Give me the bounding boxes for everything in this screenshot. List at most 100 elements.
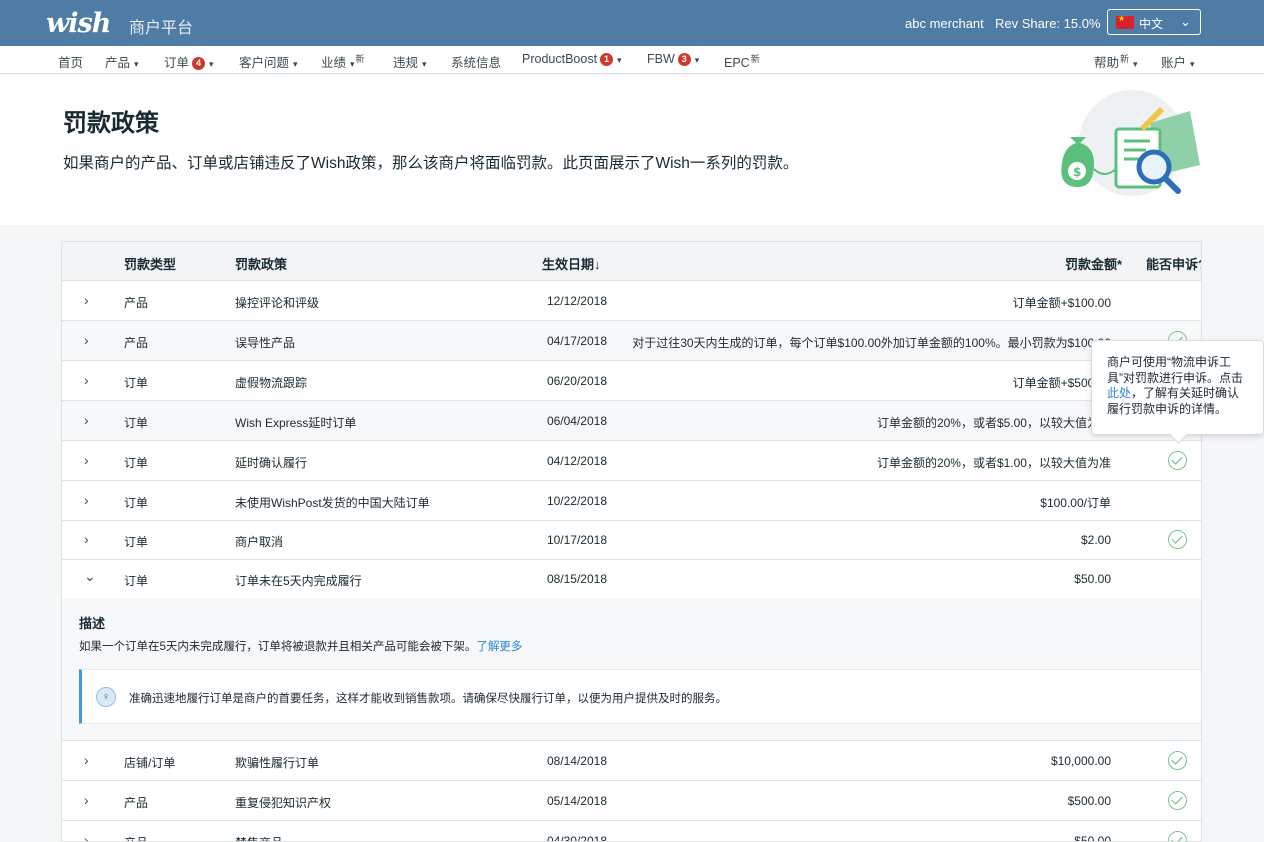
effective-date: 04/12/2018 bbox=[546, 454, 607, 468]
chevron-right-icon[interactable]: › bbox=[84, 292, 89, 308]
table-row[interactable]: › 订单 Wish Express延时订单 06/04/2018 订单金额的20… bbox=[62, 401, 1201, 441]
fine-amount: $500.00 bbox=[1067, 794, 1111, 808]
effective-date: 12/12/2018 bbox=[546, 294, 607, 308]
table-row[interactable]: › 产品 操控评论和评级 12/12/2018 订单金额+$100.00 bbox=[62, 281, 1201, 321]
fine-amount: $100.00/订单 bbox=[1040, 496, 1111, 510]
appeal-details-link[interactable]: 此处 bbox=[1107, 386, 1131, 400]
fine-amount: 订单金额的20%，或者$1.00，以较大值为准 bbox=[876, 456, 1111, 470]
wish-logo[interactable]: wish bbox=[46, 8, 111, 39]
description-heading: 描述 bbox=[79, 616, 106, 631]
effective-date: 04/30/2018 bbox=[546, 834, 607, 842]
new-tag: 新 bbox=[1120, 54, 1130, 64]
chevron-right-icon[interactable]: › bbox=[84, 492, 89, 508]
nav-products[interactable]: 产品 ▾ bbox=[105, 52, 139, 71]
fine-type: 店铺/订单 bbox=[124, 756, 176, 770]
page-title: 罚款政策 bbox=[63, 110, 159, 137]
page-subtitle: 如果商户的产品、订单或店铺违反了Wish政策，那么该商户将面临罚款。此页面展示了… bbox=[63, 155, 799, 172]
check-circle-icon[interactable] bbox=[1168, 751, 1187, 770]
table-header: 罚款类型 罚款政策 生效日期↓ 罚款金额* 能否申诉? bbox=[62, 242, 1202, 281]
nav-fbw[interactable]: FBW 3 ▾ bbox=[647, 52, 699, 66]
language-select[interactable]: 中文 ⌄ bbox=[1107, 9, 1201, 35]
chevron-right-icon[interactable]: › bbox=[84, 792, 89, 808]
merchant-name[interactable]: abc merchant bbox=[905, 16, 984, 31]
table-row[interactable]: › 产品 禁售商品 04/30/2018 $50.00 bbox=[62, 821, 1201, 842]
fines-illustration-icon: $ bbox=[1061, 90, 1200, 196]
fine-amount: $50.00 bbox=[1074, 572, 1111, 586]
table-row[interactable]: › 产品 误导性产品 04/17/2018 对于过往30天内生成的订单，每个订单… bbox=[62, 321, 1201, 361]
fine-amount: 订单金额的20%，或者$5.00，以较大值为准 bbox=[876, 416, 1111, 430]
chevron-right-icon[interactable]: › bbox=[84, 752, 89, 768]
fbw-count-badge: 3 bbox=[677, 53, 691, 66]
nav-epc[interactable]: EPC新 bbox=[724, 52, 760, 70]
nav-orders[interactable]: 订单 4 ▾ bbox=[164, 52, 214, 71]
caret-down-icon: ▾ bbox=[350, 59, 355, 70]
fine-amount: 订单金额+$100.00 bbox=[1012, 296, 1111, 310]
productboost-count-badge: 1 bbox=[600, 53, 614, 66]
nav-account[interactable]: 账户 ▾ bbox=[1161, 52, 1195, 71]
table-row[interactable]: › 订单 商户取消 10/17/2018 $2.00 bbox=[62, 520, 1201, 560]
tip-box: ♀ 准确迅速地履行订单是商户的首要任务，这样才能收到销售款项。请确保尽快履行订单… bbox=[79, 669, 1201, 724]
column-appeal: 能否申诉? bbox=[1146, 257, 1202, 272]
caret-down-icon: ▾ bbox=[134, 59, 139, 69]
svg-text:$: $ bbox=[1073, 165, 1081, 179]
fine-type: 订单 bbox=[124, 376, 149, 390]
sort-arrow-icon: ↓ bbox=[594, 257, 601, 272]
table-row[interactable]: › 订单 虚假物流跟踪 06/20/2018 订单金额+$500.00 bbox=[62, 361, 1201, 401]
effective-date: 10/22/2018 bbox=[546, 494, 607, 508]
table-row[interactable]: › 订单 未使用WishPost发货的中国大陆订单 10/22/2018 $10… bbox=[62, 481, 1201, 521]
fine-amount: $2.00 bbox=[1080, 533, 1111, 547]
column-policy: 罚款政策 bbox=[235, 257, 288, 272]
fine-policy: 欺骗性履行订单 bbox=[235, 756, 320, 770]
nav-productboost[interactable]: ProductBoost 1 ▾ bbox=[522, 52, 622, 66]
nav-infractions[interactable]: 违规 ▾ bbox=[393, 52, 427, 71]
chevron-right-icon[interactable]: › bbox=[84, 412, 89, 428]
fine-type: 订单 bbox=[124, 535, 149, 549]
orders-count-badge: 4 bbox=[192, 57, 206, 70]
caret-down-icon: ▾ bbox=[209, 59, 214, 69]
fine-policy: 操控评论和评级 bbox=[235, 296, 320, 310]
nav-home[interactable]: 首页 bbox=[58, 52, 83, 71]
top-bar: wish 商户平台 abc merchant Rev Share: 15.0% … bbox=[0, 0, 1264, 46]
chevron-down-icon[interactable]: ⌄ bbox=[84, 568, 96, 585]
main-nav: 首页 产品 ▾ 订单 4 ▾ 客户问题 ▾ 业绩 ▾新 违规 ▾ 系统信息 ProductB… bbox=[0, 46, 1264, 74]
new-tag: 新 bbox=[750, 54, 760, 64]
check-circle-icon[interactable] bbox=[1168, 791, 1187, 810]
china-flag-icon bbox=[1116, 14, 1134, 29]
nav-performance[interactable]: 业绩 ▾新 bbox=[321, 52, 365, 71]
caret-down-icon: ▾ bbox=[694, 55, 700, 65]
nav-help[interactable]: 帮助新▾ bbox=[1094, 52, 1138, 71]
chevron-right-icon[interactable]: › bbox=[84, 372, 89, 388]
caret-down-icon: ▾ bbox=[1133, 59, 1138, 70]
table-row[interactable]: › 订单 延时确认履行 04/12/2018 订单金额的20%，或者$1.00，… bbox=[62, 441, 1201, 481]
effective-date: 08/14/2018 bbox=[546, 754, 607, 768]
table-row[interactable]: › 产品 重复侵犯知识产权 05/14/2018 $500.00 bbox=[62, 781, 1201, 821]
caret-down-icon: ▾ bbox=[1190, 59, 1195, 69]
chevron-right-icon[interactable]: › bbox=[84, 832, 89, 841]
nav-system-info[interactable]: 系统信息 bbox=[451, 52, 501, 71]
fine-amount: 对于过往30天内生成的订单，每个订单$100.00外加订单金额的100%。最小罚… bbox=[632, 336, 1111, 350]
table-row-expanded[interactable]: ⌄ 订单 订单未在5天内完成履行 08/15/2018 $50.00 bbox=[62, 559, 1201, 599]
rev-share: Rev Share: 15.0% bbox=[995, 16, 1101, 31]
learn-more-link[interactable]: 了解更多 bbox=[476, 641, 522, 653]
fine-policy: 虚假物流跟踪 bbox=[235, 376, 308, 390]
fine-type: 产品 bbox=[124, 296, 149, 310]
fine-policy: Wish Express延时订单 bbox=[235, 416, 357, 430]
chevron-right-icon[interactable]: › bbox=[84, 452, 89, 468]
check-circle-icon[interactable] bbox=[1168, 530, 1187, 549]
fine-policy: 未使用WishPost发货的中国大陆订单 bbox=[235, 496, 430, 510]
chevron-right-icon[interactable]: › bbox=[84, 332, 89, 348]
fine-policy: 误导性产品 bbox=[235, 336, 296, 350]
check-circle-icon[interactable] bbox=[1168, 451, 1187, 470]
check-circle-icon[interactable] bbox=[1168, 831, 1187, 841]
fine-policy: 重复侵犯知识产权 bbox=[235, 796, 332, 810]
appeal-tooltip: 商户可使用“物流申诉工具”对罚款进行申诉。点击此处，了解有关延时确认履行罚款申诉… bbox=[1091, 340, 1264, 435]
table-row[interactable]: › 店铺/订单 欺骗性履行订单 08/14/2018 $10,000.00 bbox=[62, 741, 1201, 781]
nav-customer-issues[interactable]: 客户问题 ▾ bbox=[239, 52, 298, 71]
fine-policy: 订单未在5天内完成履行 bbox=[235, 574, 362, 588]
chevron-right-icon[interactable]: › bbox=[84, 531, 89, 547]
lightbulb-icon: ♀ bbox=[96, 687, 116, 707]
column-date[interactable]: 生效日期↓ bbox=[542, 254, 601, 273]
fine-amount: $10,000.00 bbox=[1050, 754, 1111, 768]
caret-down-icon: ▾ bbox=[422, 59, 427, 69]
effective-date: 05/14/2018 bbox=[546, 794, 607, 808]
